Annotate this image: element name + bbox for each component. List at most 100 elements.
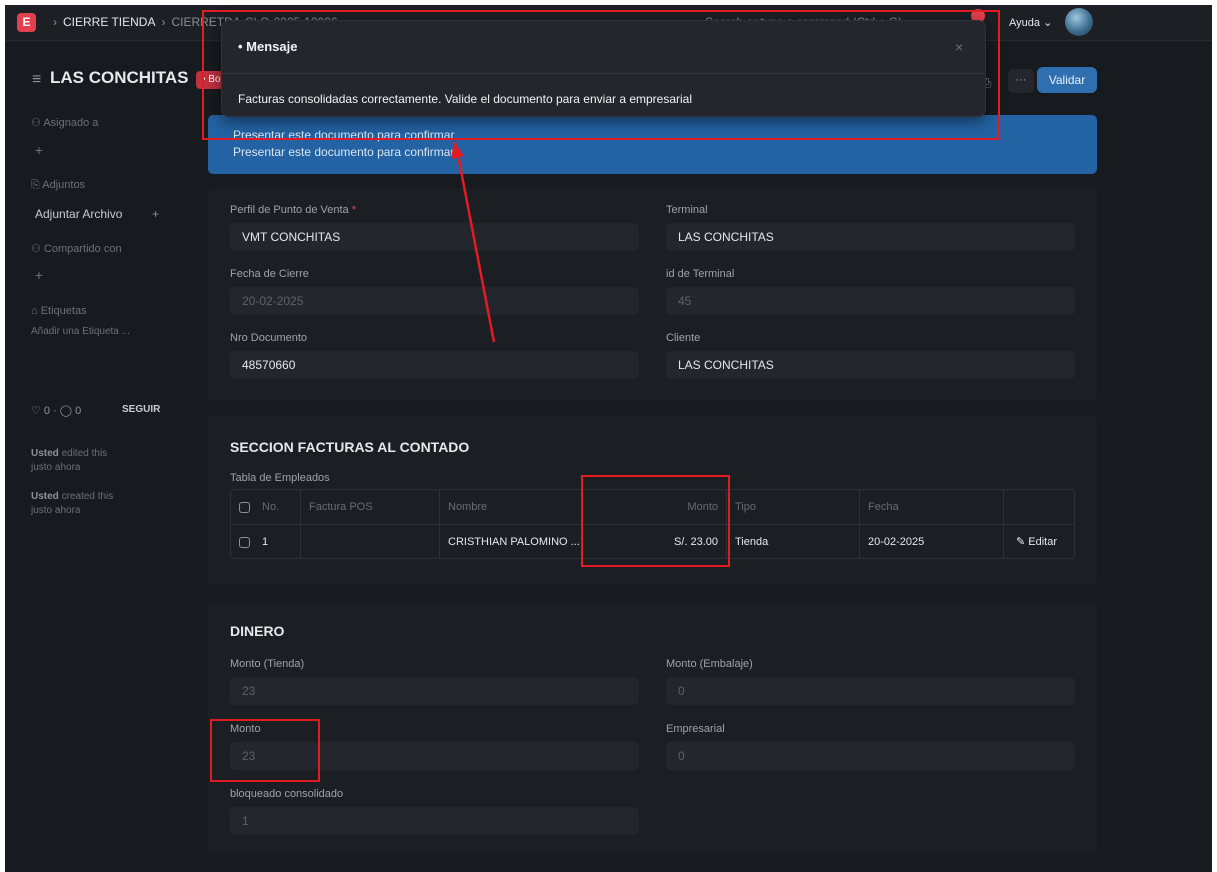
facturas-section: SECCION FACTURAS AL CONTADO Tabla de Emp…	[208, 415, 1097, 585]
add-share-icon[interactable]: +	[31, 267, 47, 283]
attach-file-label: Adjuntar Archivo	[35, 207, 123, 221]
perfil-label-text: Perfil de Punto de Venta	[230, 204, 349, 216]
users-icon: ⚇	[31, 243, 44, 255]
app-window: E ›CIERRE TIENDA›CIERRETDA-CLO-2025-1200…	[5, 5, 1212, 872]
row-checkbox[interactable]	[239, 536, 250, 548]
add-tag-link[interactable]: Añadir una Etiqueta ...	[31, 326, 130, 337]
activity-item: Usted edited this justo ahora	[31, 447, 107, 475]
activity-item: Usted created this justo ahora	[31, 490, 113, 518]
col-no: No.	[231, 490, 301, 525]
required-mark: *	[351, 204, 356, 216]
activity-time: justo ahora	[31, 462, 81, 473]
table-label: Tabla de Empleados	[230, 472, 330, 484]
close-icon[interactable]: ×	[955, 39, 963, 55]
monto-field[interactable]: 23	[230, 742, 639, 770]
cell-fecha[interactable]: 20-02-2025	[860, 525, 1004, 558]
breadcrumb-cierre-tienda[interactable]: CIERRE TIENDA	[63, 15, 155, 29]
dialog-divider	[222, 73, 985, 74]
monto-tienda-label: Monto (Tienda)	[230, 658, 305, 670]
message-dialog: • Mensaje × Facturas consolidadas correc…	[221, 20, 986, 117]
col-fecha: Fecha	[860, 490, 1004, 525]
nro-field[interactable]: 48570660	[230, 351, 639, 379]
edit-row-button[interactable]: ✎ Editar	[1004, 525, 1074, 558]
monto-embalaje-field[interactable]: 0	[666, 677, 1075, 705]
tag-icon: ⌂	[31, 305, 41, 317]
empresarial-label: Empresarial	[666, 723, 725, 735]
cell-monto[interactable]: S/. 23.00	[583, 525, 727, 558]
activity-action: edited this	[61, 448, 108, 459]
shared-text: Compartido con	[43, 243, 122, 255]
user-icon: ⚇	[31, 117, 44, 129]
bloqueado-field[interactable]: 1	[230, 807, 639, 835]
monto-tienda-field[interactable]: 23	[230, 677, 639, 705]
dinero-section: DINERO Monto (Tienda) 23 Monto (Embalaje…	[208, 603, 1097, 853]
pencil-icon: ✎	[1016, 536, 1029, 548]
validar-button[interactable]: Validar	[1037, 67, 1097, 93]
fecha-field[interactable]: 20-02-2025	[230, 287, 639, 315]
assigned-text: Asignado a	[43, 117, 99, 129]
cell-tipo[interactable]: Tienda	[727, 525, 860, 558]
alert-text: Presentar este documento para confirmar	[233, 128, 455, 142]
row-number: 1	[262, 536, 269, 548]
nro-label: Nro Documento	[230, 332, 308, 344]
section-title: SECCION FACTURAS AL CONTADO	[230, 439, 470, 455]
tags-label: ⌂ Etiquetas	[31, 305, 87, 317]
help-dropdown[interactable]: Ayuda ⌄	[1009, 16, 1052, 29]
col-tipo: Tipo	[727, 490, 860, 525]
col-actions	[1004, 490, 1074, 525]
add-assignee-icon[interactable]: +	[31, 142, 47, 158]
follow-button[interactable]: SEGUIR	[122, 404, 160, 415]
idterm-label: id de Terminal	[666, 268, 735, 280]
cell-nombre[interactable]: CRISTHIAN PALOMINO ...	[440, 525, 583, 558]
cliente-label: Cliente	[666, 332, 701, 344]
chevron-right-icon: ›	[161, 15, 166, 29]
monto-embalaje-label: Monto (Embalaje)	[666, 658, 753, 670]
terminal-field[interactable]: LAS CONCHITAS	[666, 223, 1075, 251]
menu-icon[interactable]: ≡	[32, 71, 41, 89]
chevron-down-icon: ⌄	[1043, 17, 1053, 29]
col-monto: Monto	[583, 490, 727, 525]
table-header: No. Factura POS Nombre Monto Tipo Fecha	[231, 490, 1074, 525]
attach-file-button[interactable]: Adjuntar Archivo +	[29, 202, 169, 226]
activity-action: created this	[61, 491, 114, 502]
cell-no: 1	[231, 525, 301, 558]
dialog-title: • Mensaje	[238, 39, 298, 54]
assigned-label: ⚇ Asignado a	[31, 116, 98, 129]
select-all-checkbox[interactable]	[239, 501, 250, 513]
details-section: Perfil de Punto de Venta * VMT CONCHITAS…	[208, 188, 1097, 401]
empresarial-field[interactable]: 0	[666, 742, 1075, 770]
avatar[interactable]	[1065, 8, 1093, 36]
likes-comments-count[interactable]: ♡ 0 · ◯ 0	[31, 404, 81, 417]
plus-icon: +	[151, 207, 159, 221]
chevron-right-icon: ›	[53, 15, 57, 29]
facturas-table: No. Factura POS Nombre Monto Tipo Fecha …	[230, 489, 1075, 559]
edit-label: Editar	[1028, 536, 1058, 548]
bloqueado-label: bloqueado consolidado	[230, 788, 344, 800]
page-title: LAS CONCHITAS	[50, 68, 189, 87]
cell-factura-pos[interactable]	[301, 525, 440, 558]
cliente-field[interactable]: LAS CONCHITAS	[666, 351, 1075, 379]
submit-alert: Presentar este documento para confirmar …	[208, 115, 1097, 174]
shared-label: ⚇ Compartido con	[31, 242, 122, 255]
perfil-label: Perfil de Punto de Venta *	[230, 204, 356, 216]
activity-time: justo ahora	[31, 505, 81, 516]
col-no-label: No.	[262, 501, 280, 513]
help-label: Ayuda	[1009, 17, 1040, 29]
app-logo[interactable]: E	[17, 13, 36, 32]
section-title: DINERO	[230, 623, 285, 639]
terminal-label: Terminal	[666, 204, 708, 216]
attachments-text: Adjuntos	[42, 179, 86, 191]
col-nombre: Nombre	[440, 490, 583, 525]
attachments-label: ⎘ Adjuntos	[31, 179, 85, 192]
alert-text: Presentar este documento para confirmar	[233, 145, 455, 159]
idterm-field[interactable]: 45	[666, 287, 1075, 315]
monto-label: Monto	[230, 723, 261, 735]
activity-user: Usted	[31, 491, 59, 502]
activity-user: Usted	[31, 448, 59, 459]
fecha-label: Fecha de Cierre	[230, 268, 309, 280]
perfil-field[interactable]: VMT CONCHITAS	[230, 223, 639, 251]
dialog-message: Facturas consolidadas correctamente. Val…	[238, 92, 693, 106]
col-factura-pos: Factura POS	[301, 490, 440, 525]
more-button[interactable]: ···	[1008, 69, 1034, 93]
table-row[interactable]: 1 CRISTHIAN PALOMINO ... S/. 23.00 Tiend…	[231, 525, 1074, 558]
